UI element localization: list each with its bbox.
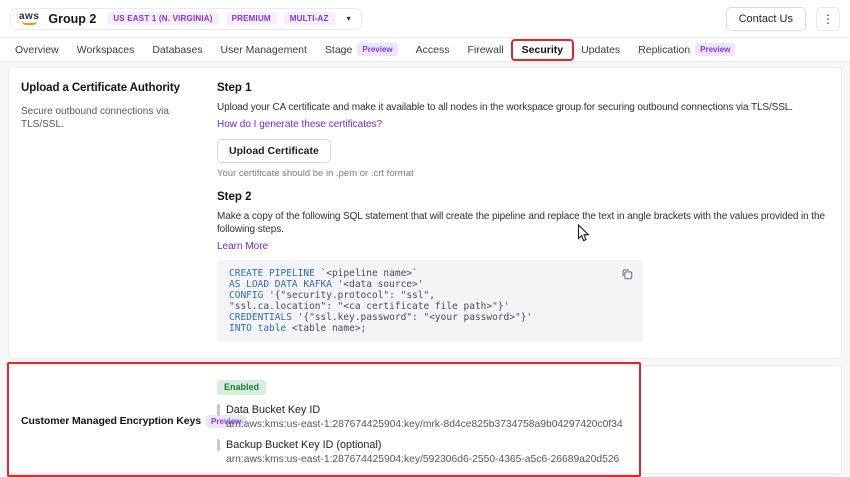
key-bar-icon	[217, 404, 220, 416]
region-badge: PREMIUM	[226, 12, 277, 25]
tab-user-management[interactable]: User Management	[212, 41, 316, 59]
step1-description: Upload your CA certificate and make it a…	[217, 101, 829, 114]
header-badges: US EAST 1 (N. VIRGINIA) PREMIUM MULTI-AZ	[107, 12, 334, 25]
key-row: Backup Bucket Key ID (optional) arn:aws:k…	[217, 439, 829, 465]
section-subtitle: Secure outbound connections via TLS/SSL.	[21, 105, 207, 131]
upload-certificate-button[interactable]: Upload Certificate	[217, 139, 331, 163]
main-content: Upload a Certificate Authority Secure ou…	[0, 62, 850, 474]
aws-smile-icon	[22, 21, 37, 25]
key-row: Data Bucket Key ID arn:aws:kms:us-east-1:…	[217, 404, 829, 430]
tab-databases[interactable]: Databases	[143, 41, 211, 59]
certificate-section-heading: Upload a Certificate Authority Secure ou…	[21, 82, 217, 342]
header: aws Group 2 US EAST 1 (N. VIRGINIA) PREMI…	[0, 0, 850, 38]
learn-more-link[interactable]: Learn More	[217, 240, 268, 253]
header-actions: Contact Us ⋮	[726, 7, 840, 31]
key-value: arn:aws:kms:us-east-1:287674425904:key/5…	[226, 454, 829, 465]
step2-description: Make a copy of the following SQL stateme…	[217, 210, 829, 236]
certificate-authority-card: Upload a Certificate Authority Secure ou…	[8, 67, 842, 359]
key-label: Data Bucket Key ID	[226, 404, 320, 416]
tab-bar: Overview Workspaces Databases User Manageme…	[0, 38, 850, 62]
sql-code: CREATE PIPELINE `<pipeline name>`AS LOAD…	[229, 268, 631, 334]
tab-label: Databases	[152, 44, 202, 56]
tab-label: Overview	[15, 44, 59, 56]
tab-security[interactable]: Security	[513, 41, 572, 59]
step1-title: Step 1	[217, 82, 829, 94]
page-title: Group 2	[48, 12, 96, 26]
key-bar-icon	[217, 439, 220, 451]
aws-logo-icon: aws	[19, 12, 39, 25]
key-list: Data Bucket Key ID arn:aws:kms:us-east-1:…	[217, 404, 829, 465]
generate-certificates-link[interactable]: How do I generate these certificates?	[217, 118, 382, 131]
code-line: CREATE PIPELINE `<pipeline name>`	[229, 268, 631, 279]
preview-badge: Preview	[695, 43, 735, 56]
key-value: arn:aws:kms:us-east-1:287674425904:key/m…	[226, 419, 829, 430]
tab-label: User Management	[221, 44, 307, 56]
sql-code-block: CREATE PIPELINE `<pipeline name>`AS LOAD…	[217, 260, 643, 342]
chevron-down-icon[interactable]: ▾	[347, 14, 351, 23]
code-line: CREDENTIALS '{"ssl.key.password": "<your…	[229, 312, 631, 323]
status-badge: Enabled	[217, 380, 266, 395]
copy-icon[interactable]	[619, 266, 635, 282]
tab-updates[interactable]: Updates	[572, 41, 629, 59]
section-title: Customer Managed Encryption Keys	[21, 415, 201, 427]
encryption-section-heading: Customer Managed Encryption Keys Preview	[21, 377, 217, 465]
tab-workspaces[interactable]: Workspaces	[68, 41, 144, 59]
code-line: INTO table <table name>;	[229, 323, 631, 334]
section-title: Upload a Certificate Authority	[21, 82, 217, 94]
tab-label: Workspaces	[77, 44, 135, 56]
key-label: Backup Bucket Key ID (optional)	[226, 439, 381, 451]
preview-badge: Preview	[357, 43, 397, 56]
tab-firewall[interactable]: Firewall	[458, 41, 512, 59]
code-line: CONFIG '{"security.protocol": "ssl",	[229, 290, 631, 301]
encryption-keys-card: Customer Managed Encryption Keys Preview…	[8, 365, 842, 474]
step2-title: Step 2	[217, 191, 829, 203]
tab-label: Replication	[638, 44, 690, 56]
certificate-format-hint: Your certificate should be in .pem or .c…	[217, 168, 829, 179]
code-line: "ssl.ca.location": "<ca certificate file…	[229, 301, 631, 312]
tab-label: Stage	[325, 44, 352, 56]
tab-access[interactable]: Access	[407, 41, 459, 59]
tab-label: Access	[416, 44, 450, 56]
code-line: AS LOAD DATA KAFKA '<data source>'	[229, 279, 631, 290]
tab-replication[interactable]: Replication Preview	[629, 40, 744, 59]
tab-label: Firewall	[467, 44, 503, 56]
tab-label: Security	[522, 44, 563, 56]
tab-label: Updates	[581, 44, 620, 56]
tab-stage[interactable]: Stage Preview	[316, 40, 407, 59]
region-badge: MULTI-AZ	[284, 12, 335, 25]
tab-overview[interactable]: Overview	[6, 41, 68, 59]
kebab-menu-button[interactable]: ⋮	[816, 7, 840, 31]
region-badge: US EAST 1 (N. VIRGINIA)	[107, 12, 218, 25]
contact-us-button[interactable]: Contact Us	[726, 7, 806, 31]
workspace-group-selector[interactable]: aws Group 2 US EAST 1 (N. VIRGINIA) PREMI…	[10, 8, 362, 30]
